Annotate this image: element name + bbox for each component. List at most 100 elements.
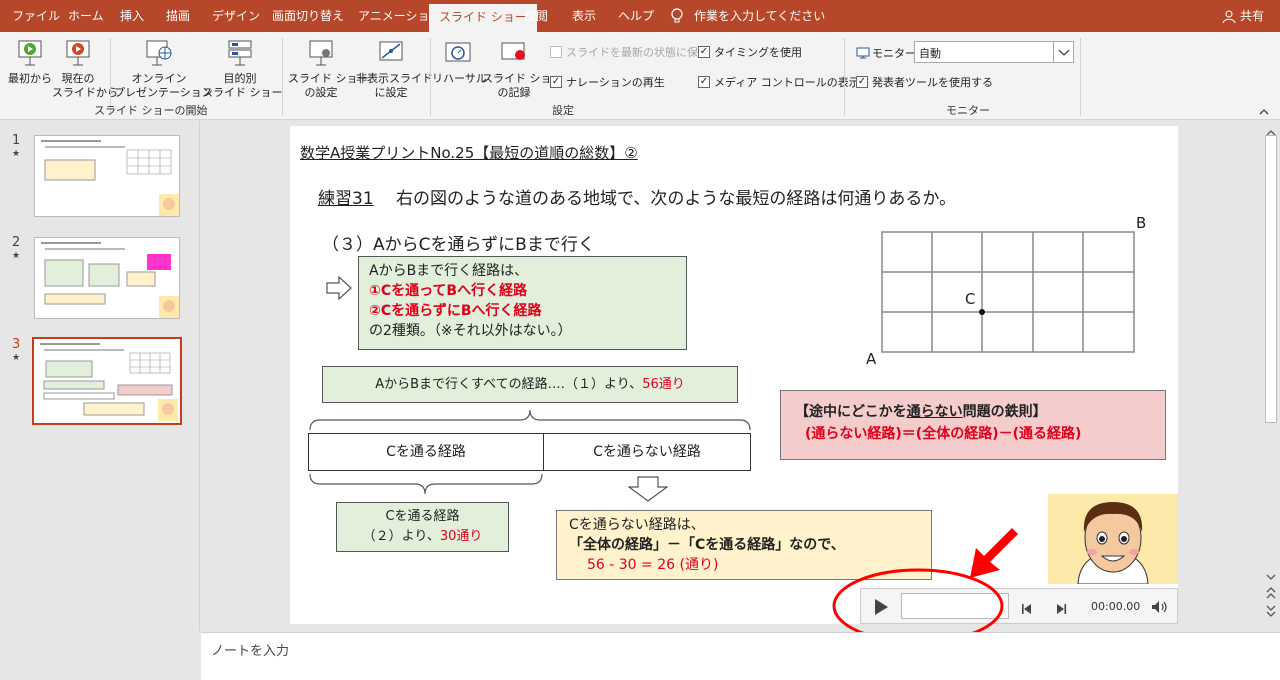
next-slide-icon[interactable]	[1265, 603, 1277, 622]
timings-label: タイミングを使用	[714, 46, 802, 59]
media-time: 00:00.00	[1091, 600, 1141, 613]
hide-slide-button[interactable]: 非表示スライド に設定	[356, 38, 433, 100]
step-forward-icon[interactable]	[1055, 600, 1067, 619]
rehearse-label: リハーサル	[432, 72, 487, 85]
total-routes-text: AからBまで行くすべての経路‥‥（１）より、	[375, 377, 643, 392]
red-arrow-icon	[970, 528, 1018, 578]
tab-help[interactable]: ヘルプ	[618, 0, 654, 32]
chevron-down-icon[interactable]	[1053, 42, 1073, 62]
exercise-label: 練習31	[318, 189, 374, 209]
narration-label: ナレーションの再生	[566, 76, 665, 89]
box1-line-2: ①Cを通ってBへ行く経路	[369, 283, 528, 299]
exercise-text: 右の図のような道のある地域で、次のような最短の経路は何通りあるか。	[396, 189, 956, 209]
volume-icon[interactable]	[1151, 599, 1169, 618]
rule-title-start: 【途中にどこかを	[795, 404, 907, 420]
previous-slide-icon[interactable]	[1265, 585, 1277, 604]
tab-draw[interactable]: 描画	[166, 0, 190, 32]
monitor-icon	[856, 44, 870, 63]
setup-slideshow-icon	[309, 40, 333, 66]
point-b-label: B	[1136, 214, 1147, 232]
tab-review[interactable]: 校閲	[524, 0, 548, 32]
from-beginning-label: 最初から	[8, 72, 52, 85]
ribbon-tab-bar: ファイル ホーム 挿入 描画 デザイン 画面切り替え アニメーション スライド …	[0, 0, 1280, 32]
tab-home[interactable]: ホーム	[68, 0, 104, 32]
teacher-avatar	[1048, 494, 1178, 584]
notes-pane[interactable]: ノートを入力	[201, 632, 1280, 680]
not-via-c-cell: Cを通らない経路	[543, 433, 751, 471]
checkmark-icon: ✓	[698, 46, 710, 58]
monitor-value: 自動	[919, 47, 941, 60]
tab-slideshow[interactable]: スライド ショー	[429, 4, 537, 32]
custom-slideshow-icon	[228, 40, 252, 66]
tab-insert[interactable]: 挿入	[120, 0, 144, 32]
from-beginning-button[interactable]: 最初から	[8, 38, 52, 86]
presenter-view-label: 発表者ツールを使用する	[872, 76, 993, 89]
slide-title: 数学A授業プリントNo.25【最短の道順の総数】②	[300, 144, 638, 162]
checkbox-box	[550, 46, 562, 58]
via-c-count-box: Cを通る経路 （２）より、30通り	[336, 502, 509, 552]
media-controls-checkbox[interactable]: ✓ メディア コントロールの表示	[698, 74, 860, 90]
record-label-2: の記録	[497, 86, 531, 99]
monitor-select[interactable]: 自動	[914, 41, 1074, 63]
setup-slideshow-button[interactable]: スライド ショー の設定	[288, 38, 369, 100]
checkmark-icon: ✓	[550, 76, 562, 88]
box1-line-3: ②Cを通らずにBへ行く経路	[369, 303, 542, 319]
narration-checkbox[interactable]: ✓ ナレーションの再生	[550, 74, 665, 90]
rule-box: 【途中にどこかを通らない問題の鉄則】 (通らない経路)＝(全体の経路)－(通る経…	[780, 390, 1166, 460]
presenter-view-checkbox[interactable]: ✓ 発表者ツールを使用する	[856, 74, 993, 90]
from-current-button[interactable]: 現在の スライドから	[52, 38, 118, 100]
bottom-brace	[309, 473, 543, 495]
keep-updated-label: スライドを最新の状態に保つ	[566, 46, 709, 59]
ribbon: 最初から 現在の スライドから オンライン プレゼンテーション 目的別 スライド…	[0, 32, 1280, 120]
tab-transitions[interactable]: 画面切り替え	[272, 0, 344, 32]
record-icon	[501, 42, 525, 60]
keep-updated-checkbox[interactable]: スライドを最新の状態に保つ	[550, 44, 709, 60]
box1-line-1: AからBまで行く経路は、	[369, 263, 529, 279]
group-label-monitor: モニター	[946, 104, 990, 117]
slide-canvas[interactable]: 数学A授業プリントNo.25【最短の道順の総数】② 練習31 右の図のような道の…	[290, 126, 1178, 624]
custom-slideshow-button[interactable]: 目的別 スライド ショー	[202, 38, 283, 100]
tab-file[interactable]: ファイル	[12, 0, 60, 32]
point-c-label: C	[965, 290, 976, 308]
collapse-ribbon-icon[interactable]	[1258, 102, 1270, 121]
record-slideshow-button[interactable]: スライド ショー の記録	[482, 38, 563, 100]
use-timings-checkbox[interactable]: ✓ タイミングを使用	[698, 44, 802, 60]
tell-me-search[interactable]: 作業を入力してください	[694, 0, 825, 32]
setup-label-2: の設定	[304, 86, 338, 99]
rule-title-end: 問題の鉄則】	[962, 404, 1047, 420]
vertical-scrollbar[interactable]	[1262, 121, 1280, 631]
tab-design[interactable]: デザイン	[212, 0, 260, 32]
rehearse-timings-button[interactable]: リハーサル	[432, 38, 487, 86]
thumb-number: 1	[12, 133, 21, 148]
stopwatch-icon	[445, 42, 471, 62]
group-label-setup: 設定	[552, 104, 574, 117]
online-presentation-button[interactable]: オンライン プレゼンテーション	[114, 38, 213, 100]
tab-view[interactable]: 表示	[572, 0, 596, 32]
via-box-count: 30通り	[439, 529, 483, 544]
group-divider	[282, 38, 283, 116]
scroll-thumb[interactable]	[1265, 135, 1277, 423]
via-box-line-2: （２）より、	[362, 529, 440, 544]
group-divider	[430, 38, 431, 116]
teacher-face-icon	[1077, 502, 1149, 584]
total-routes-box: AからBまで行くすべての経路‥‥（１）より、56通り	[322, 366, 738, 403]
slide-thumbnail-1[interactable]	[34, 135, 180, 217]
box1-line-4: の2種類。（※それ以外はない。）	[369, 323, 572, 339]
red-annotation-overlay	[832, 528, 1018, 644]
total-routes-count: 56通り	[642, 377, 685, 392]
scroll-down-icon[interactable]	[1265, 567, 1277, 586]
point-c-marker	[979, 309, 985, 315]
group-divider	[1080, 38, 1081, 116]
play-from-start-icon	[18, 40, 42, 66]
arrow-down-icon	[627, 476, 669, 506]
rule-formula: (通らない経路)＝(全体の経路)－(通る経路)	[805, 426, 1082, 442]
slide-thumbnail-3[interactable]	[32, 337, 182, 425]
custom-label-1: 目的別	[223, 72, 257, 85]
notes-placeholder: ノートを入力	[211, 644, 290, 659]
share-button[interactable]: 共有	[1240, 0, 1264, 32]
route-types-box: AからBまで行く経路は、 ①Cを通ってBへ行く経路 ②Cを通らずにBへ行く経路 …	[358, 256, 687, 350]
point-a-label: A	[866, 350, 877, 368]
arrow-right-icon	[326, 275, 352, 304]
group-divider	[844, 38, 845, 116]
slide-thumbnail-2[interactable]	[34, 237, 180, 319]
